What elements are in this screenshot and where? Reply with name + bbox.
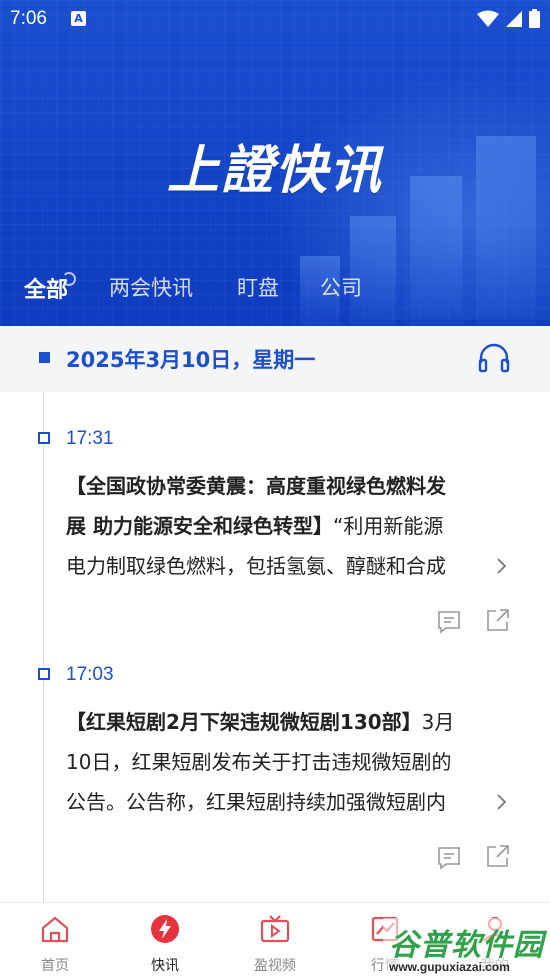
- comment-icon[interactable]: [437, 610, 461, 634]
- news-line: 【全国政协常委黄震：高度重视绿色燃料发: [66, 466, 506, 506]
- logo-text: 上證快讯: [166, 141, 383, 201]
- status-icons: [477, 9, 540, 28]
- news-time: 17:31: [66, 428, 114, 449]
- tab-watch-market[interactable]: 盯盘: [237, 272, 279, 302]
- nav-video[interactable]: 盈视频: [220, 903, 330, 979]
- date-label: 2025年3月10日，星期一: [66, 348, 316, 372]
- news-line: 10日，红果短剧发布关于打击违规微短剧的: [66, 742, 506, 782]
- news-text: “利用新能源: [332, 514, 444, 538]
- tab-two-sessions[interactable]: 两会快讯: [109, 272, 193, 302]
- app-logo: 上證快讯: [0, 128, 550, 203]
- notification-badge: A: [71, 11, 86, 26]
- comment-icon[interactable]: [437, 846, 461, 870]
- news-content: 【红果短剧2月下架违规微短剧130部】3月 10日，红果短剧发布关于打击违规微短…: [66, 702, 506, 822]
- news-text: 3月: [421, 710, 455, 734]
- wifi-icon: [477, 10, 499, 27]
- nav-flash[interactable]: 快讯: [110, 903, 220, 979]
- nav-home[interactable]: 首页: [0, 903, 110, 979]
- news-time: 17:03: [66, 664, 114, 685]
- date-marker-icon: [39, 352, 50, 363]
- battery-icon: [529, 9, 540, 28]
- status-time: 7:06: [10, 8, 47, 29]
- news-line: 展 助力能源安全和绿色转型】“利用新能源: [66, 506, 506, 546]
- time-marker-icon: [38, 432, 50, 444]
- signal-icon: [506, 10, 522, 27]
- share-icon[interactable]: [486, 844, 510, 868]
- refresh-indicator-icon: [62, 272, 76, 286]
- tab-company[interactable]: 公司: [320, 272, 362, 302]
- news-line: 公告。公告称，红果短剧持续加强微短剧内: [66, 782, 506, 822]
- chevron-right-icon[interactable]: [496, 556, 508, 576]
- share-icon[interactable]: [486, 608, 510, 632]
- tv-icon: [260, 915, 290, 943]
- news-headline: 【全国政协常委黄震：高度重视绿色燃料发: [66, 474, 446, 498]
- news-line: 电力制取绿色燃料，包括氢氨、醇醚和合成: [66, 546, 506, 586]
- headphone-icon[interactable]: [478, 343, 510, 373]
- status-bar: 7:06 A: [0, 0, 550, 38]
- nav-label: 快讯: [151, 958, 179, 974]
- timeline-line: [43, 392, 44, 902]
- header-banner: 7:06 A 上證快讯 全部 两会快讯 盯盘 公司: [0, 0, 550, 326]
- news-text: 电力制取绿色燃料，包括氢氨、醇醚和合成: [66, 554, 446, 578]
- news-headline: 【红果短剧2月下架违规微短剧130部】: [66, 710, 422, 734]
- news-line: 【红果短剧2月下架违规微短剧130部】3月: [66, 702, 506, 742]
- flash-icon: [151, 915, 179, 943]
- nav-label: 盈视频: [254, 958, 296, 974]
- watermark-title: 谷普软件园: [389, 928, 544, 963]
- nav-label: 首页: [41, 958, 69, 974]
- news-text: 公告。公告称，红果短剧持续加强微短剧内: [66, 790, 446, 814]
- category-tabs: 全部 两会快讯 盯盘 公司: [0, 272, 550, 312]
- watermark-url: www.gupuxiazai.com: [389, 960, 510, 974]
- news-content: 【全国政协常委黄震：高度重视绿色燃料发 展 助力能源安全和绿色转型】“利用新能源…: [66, 466, 506, 586]
- home-icon: [41, 916, 69, 943]
- news-text: 10日，红果短剧发布关于打击违规微短剧的: [66, 750, 452, 774]
- time-marker-icon: [38, 668, 50, 680]
- watermark: 谷普软件园 www.gupuxiazai.com: [383, 918, 550, 979]
- chevron-right-icon[interactable]: [496, 792, 508, 812]
- news-headline: 展 助力能源安全和绿色转型】: [66, 514, 333, 538]
